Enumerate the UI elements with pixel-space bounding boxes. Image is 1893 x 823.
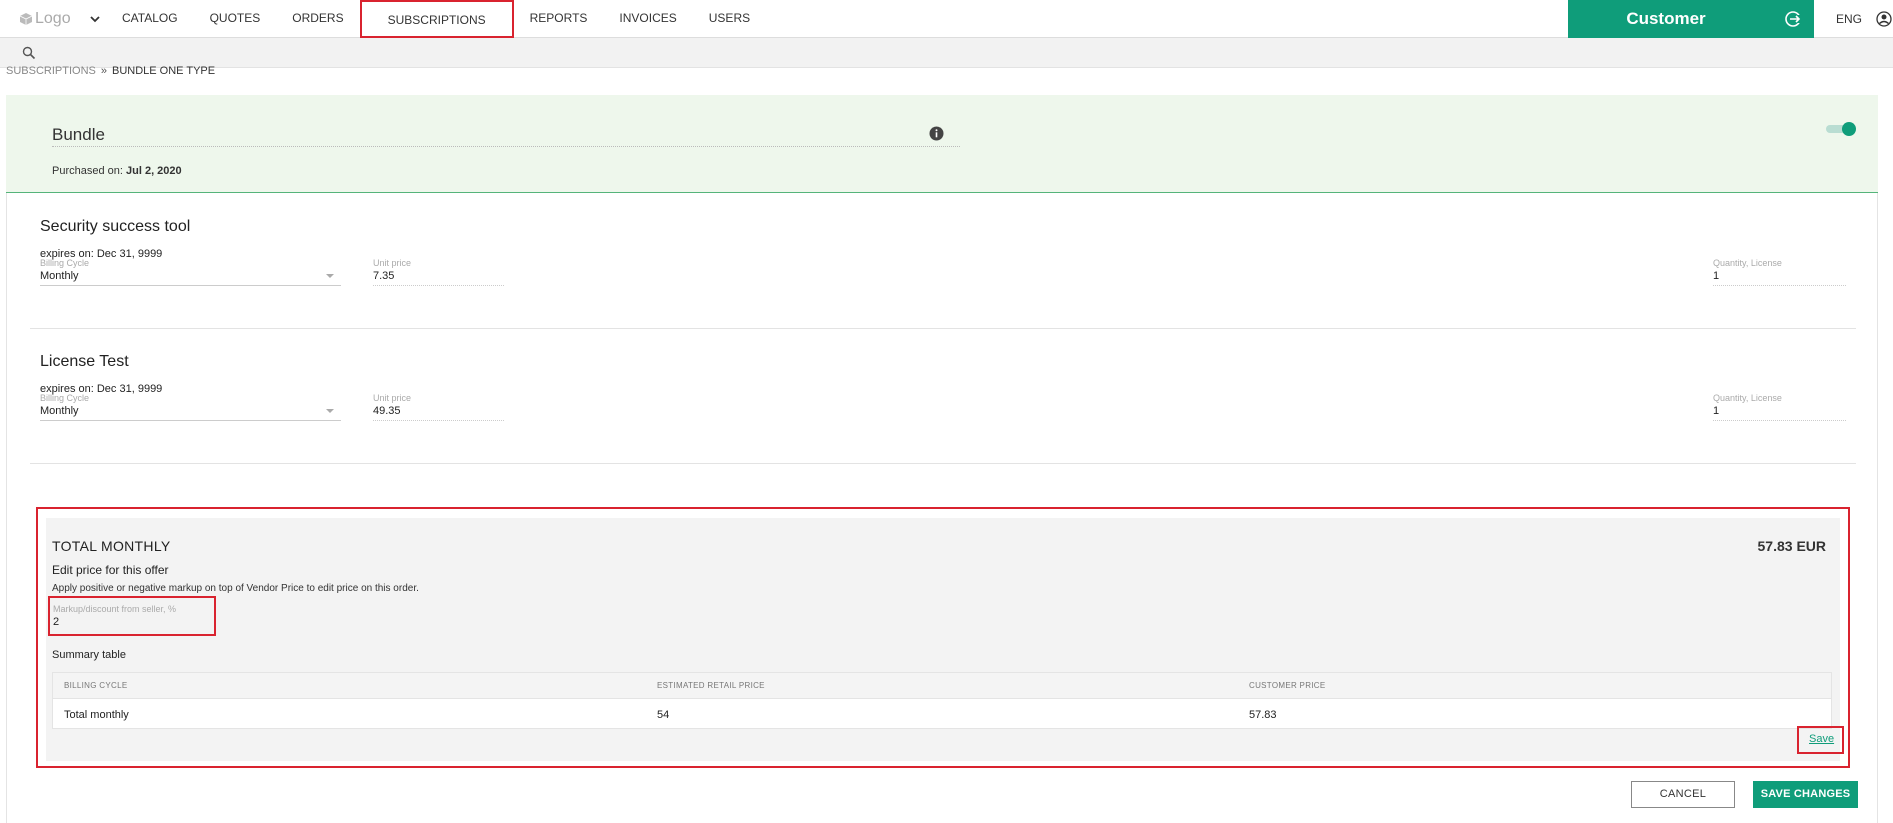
top-navigation-bar: Logo CATALOG QUOTES ORDERS SUBSCRIPTIONS… [0, 0, 1893, 38]
billing-cycle-select[interactable]: Billing Cycle Monthly [40, 258, 341, 286]
nav-invoices[interactable]: INVOICES [603, 0, 692, 38]
edit-price-description: Apply positive or negative markup on top… [52, 583, 419, 594]
cell-customer-price: 57.83 [1249, 709, 1277, 721]
purchased-date: Jul 2, 2020 [126, 165, 182, 177]
search-bar [0, 38, 1893, 68]
column-estimated-retail-price: ESTIMATED RETAIL PRICE [657, 681, 765, 690]
product-name: Security success tool [40, 218, 191, 235]
unit-price-field[interactable]: Unit price 7.35 [373, 258, 504, 286]
edit-price-heading: Edit price for this offer [52, 563, 169, 577]
chevron-down-icon[interactable] [88, 12, 102, 26]
cell-billing-cycle: Total monthly [64, 709, 129, 721]
logo[interactable]: Logo [20, 10, 71, 28]
cancel-button[interactable]: CANCEL [1631, 781, 1735, 808]
billing-cycle-select[interactable]: Billing Cycle Monthly [40, 393, 341, 421]
quantity-value: 1 [1713, 405, 1720, 417]
column-billing-cycle: BILLING CYCLE [64, 681, 128, 690]
markup-field[interactable]: Markup/discount from seller, % 2 [48, 596, 216, 636]
breadcrumb-separator: » [100, 65, 107, 77]
nav-catalog[interactable]: CATALOG [106, 0, 194, 38]
unit-price-label: Unit price [373, 393, 412, 403]
customer-label: Customer [1626, 9, 1706, 28]
bundle-title: Bundle [52, 125, 960, 147]
billing-cycle-value: Monthly [40, 405, 79, 417]
total-panel: TOTAL MONTHLY 57.83 EUR Edit price for t… [36, 507, 1850, 768]
billing-cycle-label: Billing Cycle [40, 258, 90, 268]
quantity-label: Quantity, License [1713, 258, 1782, 268]
unit-price-field[interactable]: Unit price 49.35 [373, 393, 504, 421]
save-changes-button[interactable]: SAVE CHANGES [1753, 781, 1858, 808]
summary-table: BILLING CYCLE ESTIMATED RETAIL PRICE CUS… [52, 672, 1832, 729]
cube-icon [20, 13, 32, 25]
total-panel-body: TOTAL MONTHLY 57.83 EUR Edit price for t… [46, 518, 1844, 761]
bundle-header: Bundle Purchased on: Jul 2, 2020 [6, 95, 1878, 193]
breadcrumb-current: BUNDLE ONE TYPE [111, 65, 216, 77]
product-card: Security success tool expires on: Dec 31… [30, 195, 1856, 329]
purchased-label: Purchased on: [52, 165, 123, 177]
caret-down-icon [326, 274, 334, 278]
unit-price-value: 7.35 [373, 270, 395, 282]
summary-table-title: Summary table [52, 649, 126, 661]
save-link[interactable]: Save [1809, 733, 1834, 745]
language-selector[interactable]: ENG [1836, 12, 1862, 26]
billing-cycle-value: Monthly [40, 270, 79, 282]
customer-panel[interactable]: Customer [1568, 0, 1814, 38]
nav-orders[interactable]: ORDERS [276, 0, 359, 38]
total-title: TOTAL MONTHLY [52, 538, 171, 554]
quantity-value: 1 [1713, 270, 1720, 282]
column-customer-price: CUSTOMER PRICE [1249, 681, 1326, 690]
cell-estimated-retail-price: 54 [657, 709, 670, 721]
bundle-toggle[interactable] [1826, 121, 1858, 137]
logout-icon[interactable] [1784, 10, 1802, 28]
billing-cycle-label: Billing Cycle [40, 393, 90, 403]
nav-subscriptions[interactable]: SUBSCRIPTIONS [359, 0, 514, 38]
quantity-label: Quantity, License [1713, 393, 1782, 403]
purchased-on: Purchased on: Jul 2, 2020 [52, 165, 182, 177]
save-link-highlight: Save [1797, 726, 1844, 754]
table-header: BILLING CYCLE ESTIMATED RETAIL PRICE CUS… [53, 673, 1831, 699]
quantity-field[interactable]: Quantity, License 1 [1713, 393, 1846, 421]
search-icon[interactable] [22, 46, 36, 60]
breadcrumb: SUBSCRIPTIONS » BUNDLE ONE TYPE [6, 65, 215, 77]
breadcrumb-subscriptions[interactable]: SUBSCRIPTIONS [6, 65, 96, 77]
markup-label: Markup/discount from seller, % [53, 604, 177, 614]
user-icon[interactable] [1876, 11, 1892, 27]
product-name: License Test [40, 353, 129, 370]
nav-quotes[interactable]: QUOTES [194, 0, 277, 38]
main-nav: CATALOG QUOTES ORDERS SUBSCRIPTIONS REPO… [106, 0, 766, 38]
unit-price-value: 49.35 [373, 405, 401, 417]
nav-users[interactable]: USERS [693, 0, 766, 38]
total-amount: 57.83 EUR [1757, 538, 1826, 554]
info-icon[interactable] [929, 126, 944, 141]
unit-price-label: Unit price [373, 258, 412, 268]
quantity-field[interactable]: Quantity, License 1 [1713, 258, 1846, 286]
caret-down-icon [326, 409, 334, 413]
nav-reports[interactable]: REPORTS [514, 0, 604, 38]
logo-text: Logo [35, 10, 71, 27]
markup-input[interactable]: 2 [53, 616, 59, 628]
product-card: License Test expires on: Dec 31, 9999 Bi… [30, 330, 1856, 464]
